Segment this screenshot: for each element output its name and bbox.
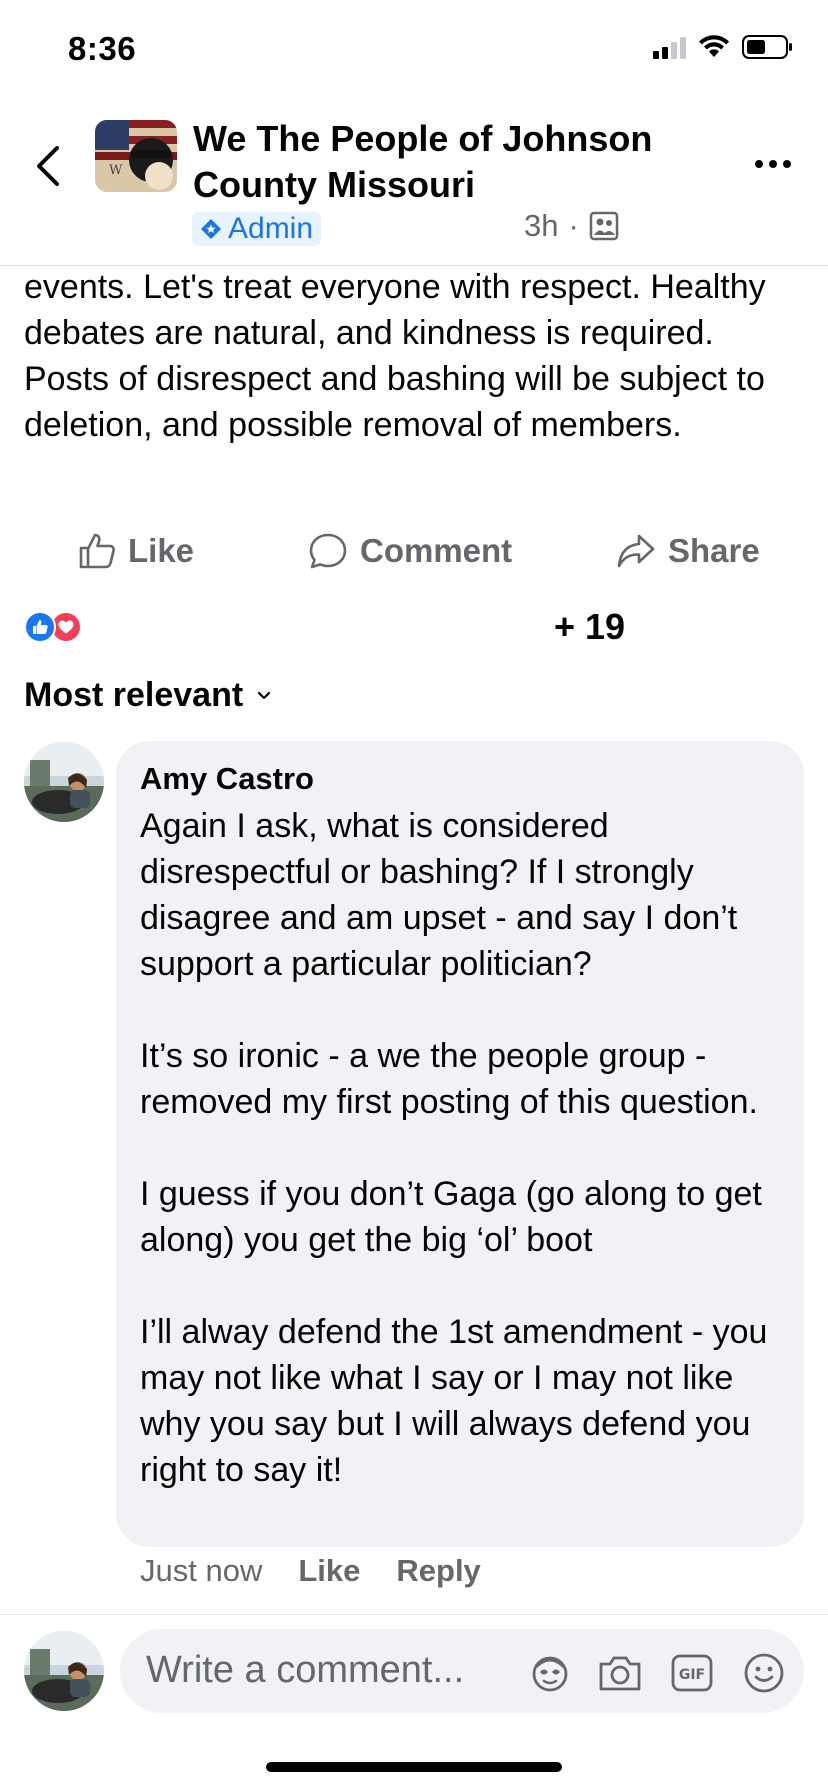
my-avatar-photo bbox=[24, 1631, 104, 1711]
commenter-photo bbox=[24, 742, 104, 822]
like-reaction-icon bbox=[24, 611, 56, 643]
post-header: W We The People of Johnson County Missou… bbox=[0, 100, 828, 266]
comment-meta: Just now Like Reply bbox=[140, 1553, 481, 1589]
commenter-avatar[interactable] bbox=[24, 742, 104, 822]
like-button[interactable]: Like bbox=[78, 524, 194, 578]
comment-input[interactable]: Write a comment... GIF bbox=[120, 1629, 804, 1713]
more-options-button[interactable] bbox=[748, 144, 798, 184]
avatar-sticker-icon[interactable] bbox=[526, 1649, 574, 1697]
comment-label: Comment bbox=[360, 532, 513, 569]
dot bbox=[783, 160, 791, 168]
svg-text:W: W bbox=[109, 163, 123, 178]
comment-input-placeholder: Write a comment... bbox=[146, 1649, 465, 1691]
post-body-text: events. Let's treat everyone with respec… bbox=[24, 268, 776, 444]
admin-badge-label: Admin bbox=[228, 212, 314, 245]
post-time[interactable]: 3h bbox=[524, 208, 558, 244]
group-audience-icon bbox=[589, 211, 619, 241]
home-indicator[interactable] bbox=[266, 1762, 562, 1772]
comment-sort-dropdown[interactable]: Most relevant bbox=[24, 676, 271, 715]
gif-icon[interactable]: GIF bbox=[668, 1649, 716, 1697]
my-avatar bbox=[24, 1631, 104, 1711]
reactions-summary[interactable] bbox=[24, 611, 82, 643]
svg-text:GIF: GIF bbox=[679, 1667, 705, 1683]
admin-badge: Admin bbox=[192, 212, 322, 246]
comment-bubble-icon bbox=[309, 533, 347, 569]
chevron-left-icon bbox=[37, 146, 59, 186]
meta-separator: · bbox=[568, 208, 579, 243]
comment-bubble[interactable]: Amy Castro Again I ask, what is consider… bbox=[116, 741, 804, 1547]
comment-button[interactable]: Comment bbox=[308, 524, 512, 578]
dot bbox=[769, 160, 777, 168]
status-bar: 8:36 bbox=[0, 0, 828, 100]
battery-icon bbox=[742, 35, 792, 59]
dot bbox=[755, 160, 763, 168]
comment-reply-button[interactable]: Reply bbox=[396, 1553, 480, 1589]
admin-shield-icon bbox=[201, 219, 221, 239]
chevron-down-icon bbox=[258, 691, 271, 699]
group-avatar[interactable]: W bbox=[95, 120, 177, 192]
group-title[interactable]: We The People of Johnson County Missouri bbox=[193, 116, 713, 208]
camera-icon[interactable] bbox=[596, 1649, 644, 1697]
comment-time: Just now bbox=[140, 1553, 263, 1588]
back-button[interactable] bbox=[28, 138, 68, 194]
comment-author[interactable]: Amy Castro bbox=[140, 759, 780, 799]
post-meta: 3h · bbox=[524, 208, 619, 244]
status-time: 8:36 bbox=[68, 30, 137, 67]
comment-composer: Write a comment... GIF bbox=[0, 1614, 828, 1724]
reaction-count[interactable]: + 19 bbox=[554, 606, 625, 648]
comment-text: Again I ask, what is considered disrespe… bbox=[140, 807, 768, 1489]
emoji-icon[interactable] bbox=[740, 1649, 788, 1697]
like-label: Like bbox=[128, 532, 195, 569]
thumbs-up-icon bbox=[79, 533, 115, 569]
cellular-signal-icon bbox=[653, 35, 686, 59]
share-arrow-icon bbox=[617, 534, 655, 568]
wifi-icon bbox=[699, 35, 729, 57]
group-photo: W bbox=[95, 120, 177, 192]
share-label: Share bbox=[668, 532, 760, 569]
sort-label: Most relevant bbox=[24, 676, 244, 714]
post-action-bar: Like Comment Share bbox=[0, 524, 828, 578]
status-icons bbox=[653, 34, 794, 60]
share-button[interactable]: Share bbox=[616, 524, 760, 578]
comment-like-button[interactable]: Like bbox=[298, 1553, 360, 1589]
